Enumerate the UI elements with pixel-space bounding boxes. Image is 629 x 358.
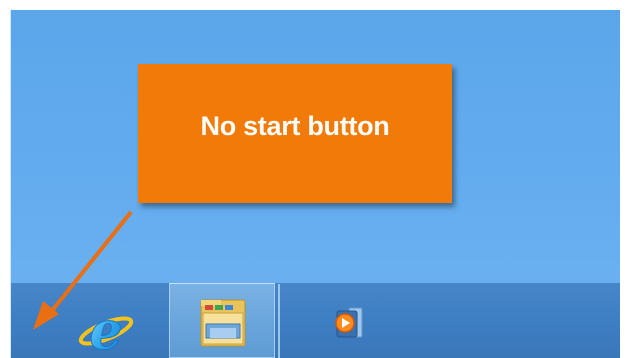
internet-explorer-icon: e [78, 301, 134, 358]
taskbar-button-file-explorer[interactable] [169, 283, 280, 358]
windows-media-player-icon [335, 307, 363, 338]
file-explorer-icon [200, 299, 246, 347]
svg-text:e: e [89, 301, 122, 358]
callout-box: No start button [138, 64, 452, 203]
desktop: No start button e [10, 10, 620, 358]
taskbar-button-windows-media-player[interactable] [311, 283, 381, 358]
taskbar-button-internet-explorer[interactable]: e [63, 283, 145, 358]
callout-text: No start button [200, 111, 390, 141]
taskbar: e [11, 283, 620, 358]
